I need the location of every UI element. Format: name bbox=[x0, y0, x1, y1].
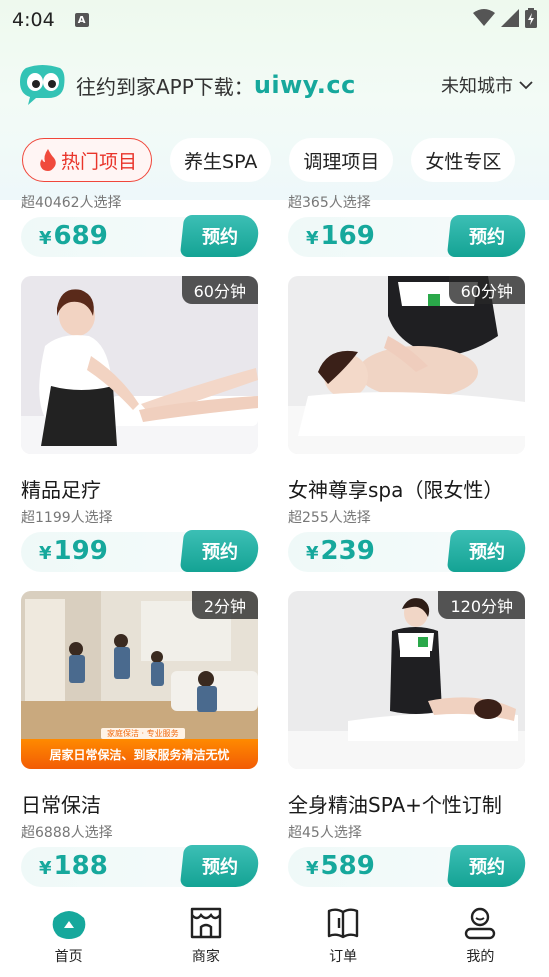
duration-badge: 2分钟 bbox=[191, 591, 258, 619]
service-card-partial[interactable]: 超40462人选择 ¥689 预约 bbox=[21, 192, 261, 257]
nav-label: 订单 bbox=[329, 949, 358, 965]
book-button[interactable]: 预约 bbox=[179, 215, 261, 257]
city-selector[interactable]: 未知城市 bbox=[441, 72, 533, 98]
nav-label: 首页 bbox=[54, 949, 83, 965]
card-title: 精品足疗 bbox=[21, 478, 101, 502]
nav-label: 商家 bbox=[191, 949, 220, 965]
price-bar: ¥589 预约 bbox=[288, 845, 528, 887]
card-price: ¥689 bbox=[39, 221, 108, 251]
store-icon bbox=[190, 907, 222, 939]
nav-home[interactable]: 首页 bbox=[29, 906, 109, 966]
card-price: ¥239 bbox=[306, 536, 375, 566]
profile-icon bbox=[465, 907, 496, 940]
nav-store[interactable]: 商家 bbox=[166, 906, 246, 966]
app-logo-icon bbox=[20, 65, 65, 105]
price-bar: ¥689 预约 bbox=[21, 215, 261, 257]
card-price: ¥169 bbox=[306, 221, 375, 251]
price-bar: ¥188 预约 bbox=[21, 845, 261, 887]
service-card[interactable]: 60分钟 女神尊享spa（限女性） 超255人选择 ¥239 预约 bbox=[288, 276, 528, 572]
cleaning-banner-small: 家庭保洁 · 专业服务 bbox=[101, 728, 185, 739]
card-subtitle: 超40462人选择 bbox=[21, 195, 122, 211]
book-button[interactable]: 预约 bbox=[179, 845, 261, 887]
card-subtitle: 超255人选择 bbox=[288, 510, 371, 526]
service-card[interactable]: 120分钟 全身精油SPA+个性订制 超45人选择 ¥589 预约 bbox=[288, 591, 528, 887]
card-price: ¥188 bbox=[39, 851, 108, 881]
price-bar: ¥199 预约 bbox=[21, 530, 261, 572]
nav-label: 我的 bbox=[466, 949, 495, 965]
tab-spa[interactable]: 养生SPA bbox=[170, 138, 272, 182]
tab-label: 养生SPA bbox=[184, 150, 258, 173]
nav-orders[interactable]: 订单 bbox=[303, 906, 383, 966]
service-card-partial[interactable]: 超365人选择 ¥169 预约 bbox=[288, 192, 528, 257]
wifi-icon bbox=[473, 9, 495, 26]
duration-badge: 60分钟 bbox=[448, 276, 525, 304]
signal-icon bbox=[501, 9, 519, 27]
card-price: ¥199 bbox=[39, 536, 108, 566]
brand-row: 往约到家APP下载： uiwy.cc 未知城市 bbox=[18, 64, 533, 106]
download-text: 往约到家APP下载： bbox=[76, 74, 254, 99]
card-price: ¥589 bbox=[306, 851, 375, 881]
home-icon bbox=[52, 911, 85, 939]
nav-profile[interactable]: 我的 bbox=[440, 906, 520, 966]
tab-label: 调理项目 bbox=[303, 150, 380, 173]
flame-icon bbox=[40, 149, 56, 171]
book-button[interactable]: 预约 bbox=[179, 530, 261, 572]
card-title: 全身精油SPA+个性订制 bbox=[288, 793, 502, 817]
cleaning-banner: 居家日常保洁、到家服务清洁无忧 bbox=[21, 739, 258, 769]
city-label: 未知城市 bbox=[441, 76, 513, 97]
card-subtitle: 超365人选择 bbox=[288, 195, 371, 211]
battery-icon bbox=[525, 8, 537, 28]
card-title: 日常保洁 bbox=[21, 793, 101, 817]
price-bar: ¥169 预约 bbox=[288, 215, 528, 257]
status-bar: 4:04 A bbox=[0, 0, 549, 40]
book-button[interactable]: 预约 bbox=[446, 215, 528, 257]
service-list: 超40462人选择 ¥689 预约 超365人选择 ¥169 预约 60分钟 精… bbox=[0, 192, 549, 892]
tab-label: 女性专区 bbox=[425, 150, 502, 173]
service-image[interactable]: 60分钟 bbox=[21, 276, 258, 454]
service-card[interactable]: 60分钟 精品足疗 超1199人选择 ¥199 预约 bbox=[21, 276, 261, 572]
duration-badge: 60分钟 bbox=[181, 276, 258, 304]
tab-therapy[interactable]: 调理项目 bbox=[289, 138, 394, 182]
service-card[interactable]: 居家日常保洁、到家服务清洁无忧 家庭保洁 · 专业服务 2分钟 日常保洁 超68… bbox=[21, 591, 261, 887]
status-icons bbox=[473, 8, 537, 28]
order-book-icon bbox=[327, 908, 359, 939]
book-button[interactable]: 预约 bbox=[446, 845, 528, 887]
bottom-nav: 首页 商家 订单 我的 bbox=[0, 896, 549, 977]
service-image[interactable]: 60分钟 bbox=[288, 276, 525, 454]
price-bar: ¥239 预约 bbox=[288, 530, 528, 572]
category-tabs: 热门项目 养生SPA 调理项目 女性专区 bbox=[22, 138, 549, 184]
download-url[interactable]: uiwy.cc bbox=[254, 71, 356, 99]
chevron-down-icon bbox=[519, 81, 533, 90]
service-image[interactable]: 居家日常保洁、到家服务清洁无忧 家庭保洁 · 专业服务 2分钟 bbox=[21, 591, 258, 769]
status-time: 4:04 bbox=[12, 9, 55, 31]
card-title: 女神尊享spa（限女性） bbox=[288, 478, 504, 502]
tab-hot[interactable]: 热门项目 bbox=[22, 138, 153, 182]
card-subtitle: 超45人选择 bbox=[288, 825, 362, 841]
tab-label: 热门项目 bbox=[61, 150, 138, 173]
service-image[interactable]: 120分钟 bbox=[288, 591, 525, 769]
notification-icon: A bbox=[74, 13, 89, 27]
book-button[interactable]: 预约 bbox=[446, 530, 528, 572]
duration-badge: 120分钟 bbox=[438, 591, 525, 619]
tab-women[interactable]: 女性专区 bbox=[411, 138, 516, 182]
card-subtitle: 超6888人选择 bbox=[21, 825, 113, 841]
card-subtitle: 超1199人选择 bbox=[21, 510, 113, 526]
